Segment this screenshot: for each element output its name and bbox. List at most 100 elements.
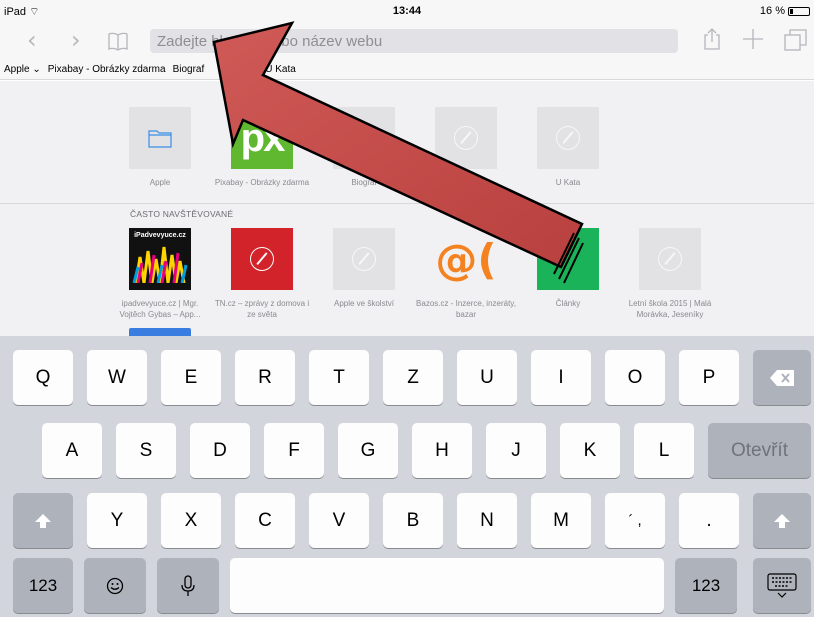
key-h[interactable]: H	[412, 423, 472, 478]
bazos-logo: @(	[435, 228, 497, 290]
ipadvevyuce-thumbnail: iPadvevyuce.cz	[129, 228, 191, 290]
keyboard-hide-icon	[767, 572, 797, 598]
plus-icon[interactable]	[742, 28, 764, 56]
key-f[interactable]: F	[264, 423, 324, 478]
px-logo: px	[231, 107, 293, 169]
favorite-tile-pixabay[interactable]: px Pixabay - Obrázky zdarma	[212, 107, 312, 188]
key-n[interactable]: N	[457, 493, 517, 548]
hands-graphic	[132, 246, 188, 283]
section-divider	[0, 203, 814, 204]
shift-icon	[774, 513, 790, 528]
key-q[interactable]: Q	[13, 350, 73, 405]
key-z[interactable]: Z	[383, 350, 443, 405]
clanky-thumbnail	[537, 228, 599, 290]
shift-key-left[interactable]	[13, 493, 73, 548]
key-b[interactable]: B	[383, 493, 443, 548]
browser-toolbar: ‹ ›	[0, 20, 814, 60]
backspace-icon	[770, 369, 794, 386]
frequent-section-title: ČASTO NAVŠTĚVOVANÉ	[130, 209, 234, 219]
frequent-tile-clanky[interactable]: Články	[518, 228, 618, 309]
space-bar[interactable]	[230, 558, 664, 613]
key-l[interactable]: L	[634, 423, 694, 478]
status-bar: iPad ⌔ 13:44 16 %	[0, 0, 814, 20]
favorite-label: Biograf	[351, 178, 377, 187]
book-icon[interactable]	[107, 29, 129, 57]
key-k[interactable]: K	[560, 423, 620, 478]
key-j[interactable]: J	[486, 423, 546, 478]
key-u[interactable]: U	[457, 350, 517, 405]
frequent-label: ipadvevyuce.cz | Mgr. Vojtěch Gybas – Ap…	[119, 299, 201, 319]
start-page: Apple px Pixabay - Obrázky zdarma Biogra…	[0, 81, 814, 336]
favorites-bar: Apple ⌄ Pixabay - Obrázky zdarma Biograf…	[0, 60, 814, 80]
frequent-tile-letni-skola[interactable]: Letní škola 2015 | Malá Morávka, Jeseník…	[620, 228, 720, 320]
frequent-tile-apple-skolstvi[interactable]: Apple ve školství	[314, 228, 414, 309]
on-screen-keyboard: Q W E R T Z U I O P A S D F G H J K L Ot…	[0, 336, 814, 617]
favorite-tile-apple[interactable]: Apple	[110, 107, 210, 188]
compass-icon	[333, 228, 395, 290]
bazos-logo-text: @(	[435, 234, 497, 284]
shift-icon	[35, 513, 51, 528]
search-input[interactable]	[150, 29, 678, 53]
favorites-bar-item-biograf[interactable]: Biograf	[173, 64, 205, 75]
key-a[interactable]: A	[42, 423, 102, 478]
favorites-bar-item-apple[interactable]: Apple ⌄	[4, 64, 41, 75]
status-time: 13:44	[392, 5, 422, 17]
emoji-key[interactable]	[84, 558, 146, 613]
key-y[interactable]: Y	[87, 493, 147, 548]
favorite-tile-ukata[interactable]: U Kata	[518, 107, 618, 188]
backspace-key[interactable]	[753, 350, 811, 405]
folder-icon	[129, 107, 191, 169]
battery-status: 16 %	[760, 5, 810, 17]
favorites-bar-item-ukata[interactable]: U Kata	[265, 64, 296, 75]
key-punctuation[interactable]: ´ ,	[605, 493, 665, 548]
key-m[interactable]: M	[531, 493, 591, 548]
frequent-label: Bazos.cz - Inzerce, inzeráty, bazar	[416, 299, 516, 319]
key-c[interactable]: C	[235, 493, 295, 548]
key-v[interactable]: V	[309, 493, 369, 548]
key-g[interactable]: G	[338, 423, 398, 478]
return-key[interactable]: Otevřít	[708, 423, 811, 478]
numbers-key-left[interactable]: 123	[13, 558, 73, 613]
favorite-label: U Kata	[555, 178, 581, 187]
frequent-label: Články	[555, 299, 581, 308]
compass-icon	[639, 228, 701, 290]
battery-icon	[788, 6, 810, 16]
key-p[interactable]: P	[679, 350, 739, 405]
emoji-icon	[106, 577, 124, 594]
favorite-tile-biograf[interactable]: Biograf	[314, 107, 414, 188]
frequent-label: Letní škola 2015 | Malá Morávka, Jeseník…	[628, 299, 712, 319]
key-i[interactable]: I	[531, 350, 591, 405]
favorite-label: Pixabay - Obrázky zdarma	[214, 178, 310, 187]
frequent-tile-bazos[interactable]: @( Bazos.cz - Inzerce, inzeráty, bazar	[416, 228, 516, 320]
microphone-icon	[181, 574, 195, 596]
chevron-right-icon[interactable]: ›	[71, 26, 81, 54]
key-s[interactable]: S	[116, 423, 176, 478]
chevron-left-icon[interactable]: ‹	[27, 26, 37, 54]
key-w[interactable]: W	[87, 350, 147, 405]
favorites-bar-item-pixabay[interactable]: Pixabay - Obrázky zdarma	[48, 64, 166, 75]
frequent-tile-tn[interactable]: TN.cz – zprávy z domova i ze světa	[212, 228, 312, 320]
google-tile-partial[interactable]	[129, 328, 191, 336]
tabs-icon[interactable]	[784, 28, 808, 58]
frequent-label: TN.cz – zprávy z domova i ze světa	[214, 299, 310, 319]
key-d[interactable]: D	[190, 423, 250, 478]
compass-icon	[333, 107, 395, 169]
microphone-key[interactable]	[157, 558, 219, 613]
frequent-label: Apple ve školství	[333, 299, 395, 308]
battery-percent: 16 %	[759, 5, 785, 17]
keyboard-hide-key[interactable]	[753, 558, 811, 613]
compass-icon	[537, 107, 599, 169]
compass-icon	[435, 107, 497, 169]
key-x[interactable]: X	[161, 493, 221, 548]
frequent-tile-ipadvevyuce[interactable]: iPadvevyuce.cz ipadvevyuce.cz | Mgr. Voj…	[110, 228, 210, 320]
key-o[interactable]: O	[605, 350, 665, 405]
shift-key-right[interactable]	[753, 493, 811, 548]
key-t[interactable]: T	[309, 350, 369, 405]
numbers-key-right[interactable]: 123	[675, 558, 737, 613]
share-icon[interactable]	[702, 27, 722, 57]
key-r[interactable]: R	[235, 350, 295, 405]
key-e[interactable]: E	[161, 350, 221, 405]
favorite-tile-4[interactable]	[416, 107, 516, 177]
url-field[interactable]	[150, 29, 678, 53]
key-dot[interactable]: .	[679, 493, 739, 548]
